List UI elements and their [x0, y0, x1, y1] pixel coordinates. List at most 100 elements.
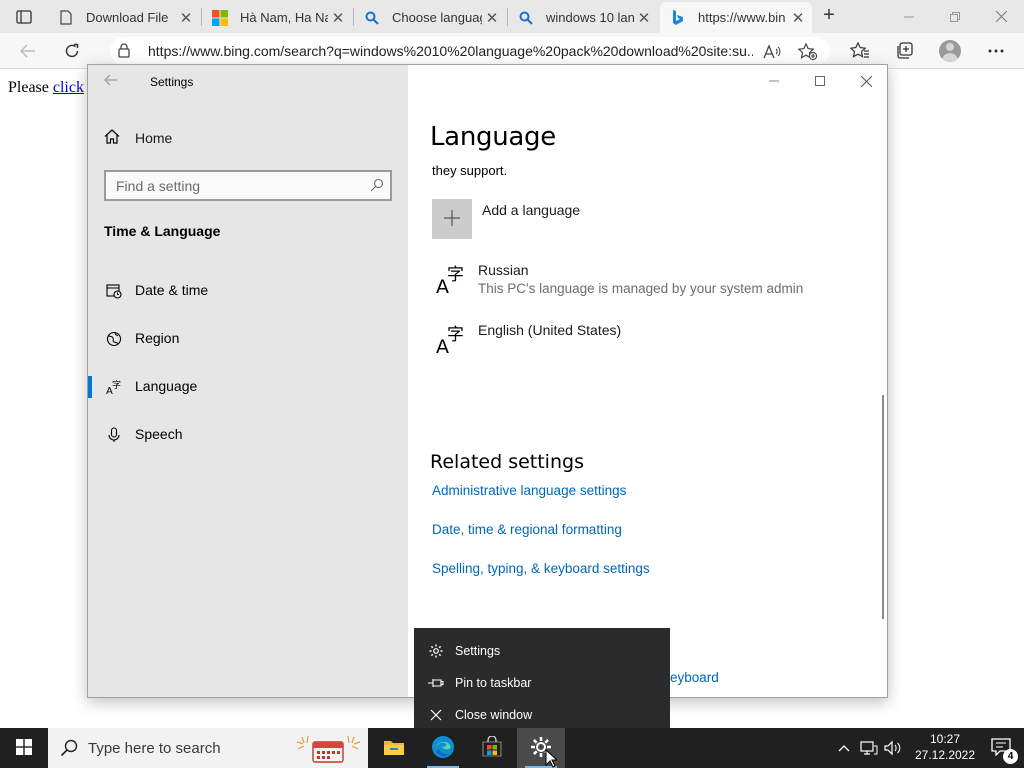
windows-logo-icon [16, 738, 32, 758]
language-name-english[interactable]: English (United States) [478, 322, 621, 338]
taskbar-edge[interactable] [419, 728, 467, 768]
address-bar[interactable]: https://www.bing.com/search?q=windows%20… [110, 37, 830, 65]
tab-close-icon[interactable]: ✕ [176, 9, 196, 27]
search-placeholder: Find a setting [116, 178, 201, 194]
language-subtitle: This PC's language is managed by your sy… [478, 281, 804, 296]
add-language-button[interactable] [432, 199, 472, 239]
back-arrow-icon[interactable] [104, 73, 118, 90]
edge-icon [431, 735, 455, 762]
action-center-button[interactable]: 4 [978, 728, 1024, 768]
read-aloud-icon[interactable] [762, 42, 782, 62]
tab-title: Hà Nam, Ha Nam [240, 10, 328, 25]
profile-avatar[interactable] [939, 40, 961, 62]
more-menu-icon[interactable] [984, 39, 1008, 63]
sidebar-item-label: Date & time [135, 282, 209, 298]
minimize-icon[interactable] [751, 65, 797, 97]
refresh-icon[interactable] [60, 39, 84, 63]
close-icon [428, 707, 444, 723]
tab-close-icon[interactable]: ✕ [634, 9, 654, 27]
page-click-link[interactable]: click [53, 79, 84, 96]
home-icon [104, 129, 120, 147]
tab-title: Download File [86, 10, 169, 25]
favorites-icon[interactable] [848, 39, 872, 63]
sidebar-item-label: Region [135, 330, 180, 346]
back-arrow-icon[interactable] [16, 39, 40, 63]
settings-sidebar: Settings Home Find a setting Time & Lang… [88, 65, 408, 697]
plus-icon [444, 209, 460, 229]
browser-tab-ha-nam[interactable]: Hà Nam, Ha Nam ✕ [202, 2, 352, 33]
microphone-icon [105, 426, 123, 444]
browser-tab-strip: Download File ✕ Hà Nam, Ha Nam ✕ Choose … [0, 0, 1024, 33]
clock-date: 27.12.2022 [914, 748, 976, 762]
tab-title: https://www.bin [698, 10, 786, 25]
restore-icon[interactable] [932, 0, 978, 33]
related-settings-heading: Related settings [430, 451, 584, 473]
tab-title: windows 10 lang [546, 10, 634, 25]
sidebar-item-date-time[interactable]: Date & time [88, 271, 408, 311]
scrollbar[interactable] [882, 395, 884, 619]
new-tab-button[interactable]: + [818, 5, 840, 27]
admin-language-settings-link[interactable]: Administrative language settings [432, 483, 626, 498]
network-icon[interactable] [858, 728, 880, 768]
menu-item-label: Settings [455, 644, 501, 658]
lock-icon[interactable] [118, 43, 130, 61]
microsoft-logo-icon [212, 9, 228, 26]
date-time-regional-link[interactable]: Date, time & regional formatting [432, 522, 622, 537]
browser-tab-download-file[interactable]: Download File ✕ [48, 2, 200, 33]
url-text[interactable]: https://www.bing.com/search?q=windows%20… [148, 43, 753, 59]
collections-icon[interactable] [892, 39, 916, 63]
menu-item-pin-to-taskbar[interactable]: Pin to taskbar [414, 667, 670, 699]
settings-window-controls [751, 65, 887, 97]
home-label: Home [135, 130, 173, 146]
tab-close-icon[interactable]: ✕ [788, 9, 808, 27]
page-text-prefix: Please [8, 79, 53, 96]
language-name-russian[interactable]: Russian [478, 262, 529, 278]
settings-home-link[interactable]: Home [104, 129, 172, 147]
language-icon: A字 [436, 323, 466, 358]
tab-close-icon[interactable]: ✕ [328, 9, 348, 27]
taskbar: Type here to search 10:27 27.12.2022 4 [0, 728, 1024, 768]
menu-item-label: Close window [455, 708, 533, 722]
taskbar-file-explorer[interactable] [370, 728, 418, 768]
settings-window-title: Settings [150, 75, 194, 89]
maximize-icon[interactable] [797, 65, 843, 97]
volume-icon[interactable] [882, 728, 904, 768]
start-button[interactable] [0, 728, 48, 768]
svg-text:字: 字 [112, 379, 121, 391]
tab-actions-icon[interactable] [8, 6, 40, 28]
search-icon [364, 10, 380, 26]
browser-tab-choose-language[interactable]: Choose language ✕ [354, 2, 506, 33]
clock-time: 10:27 [929, 732, 961, 746]
language-icon: A字 [105, 378, 123, 396]
tab-close-icon[interactable]: ✕ [482, 9, 502, 27]
browser-tab-windows-10-lang[interactable]: windows 10 lang ✕ [508, 2, 658, 33]
show-hidden-icons-chevron-icon[interactable] [834, 728, 854, 768]
svg-text:字: 字 [447, 325, 464, 345]
menu-item-close-window[interactable]: Close window [414, 699, 670, 731]
browser-tab-bing[interactable]: https://www.bin ✕ [660, 2, 812, 33]
find-setting-input[interactable]: Find a setting [104, 170, 392, 201]
language-icon: A字 [436, 263, 466, 298]
sidebar-item-label: Language [135, 378, 198, 394]
store-icon [481, 734, 503, 761]
taskbar-settings[interactable] [517, 728, 565, 768]
add-language-label[interactable]: Add a language [482, 202, 580, 218]
sidebar-item-speech[interactable]: Speech [88, 415, 408, 455]
browser-window-controls [886, 0, 1024, 33]
search-icon[interactable] [370, 178, 384, 195]
close-icon[interactable] [843, 65, 887, 97]
minimize-icon[interactable] [886, 0, 932, 33]
taskbar-search-box[interactable]: Type here to search [48, 728, 368, 768]
add-favorite-icon[interactable] [798, 42, 818, 62]
menu-item-settings[interactable]: Settings [414, 635, 670, 667]
sidebar-item-language[interactable]: A字 Language [88, 367, 408, 407]
taskbar-context-menu: Settings Pin to taskbar Close window [414, 628, 670, 728]
sidebar-item-region[interactable]: Region [88, 319, 408, 359]
taskbar-store[interactable] [468, 728, 516, 768]
calendar-clock-icon [105, 282, 123, 300]
partial-keyboard-link[interactable]: eyboard [670, 670, 719, 685]
tab-title: Choose language [392, 10, 482, 25]
taskbar-clock[interactable]: 10:27 27.12.2022 [912, 731, 978, 763]
spelling-typing-keyboard-link[interactable]: Spelling, typing, & keyboard settings [432, 561, 650, 576]
close-icon[interactable] [978, 0, 1024, 33]
